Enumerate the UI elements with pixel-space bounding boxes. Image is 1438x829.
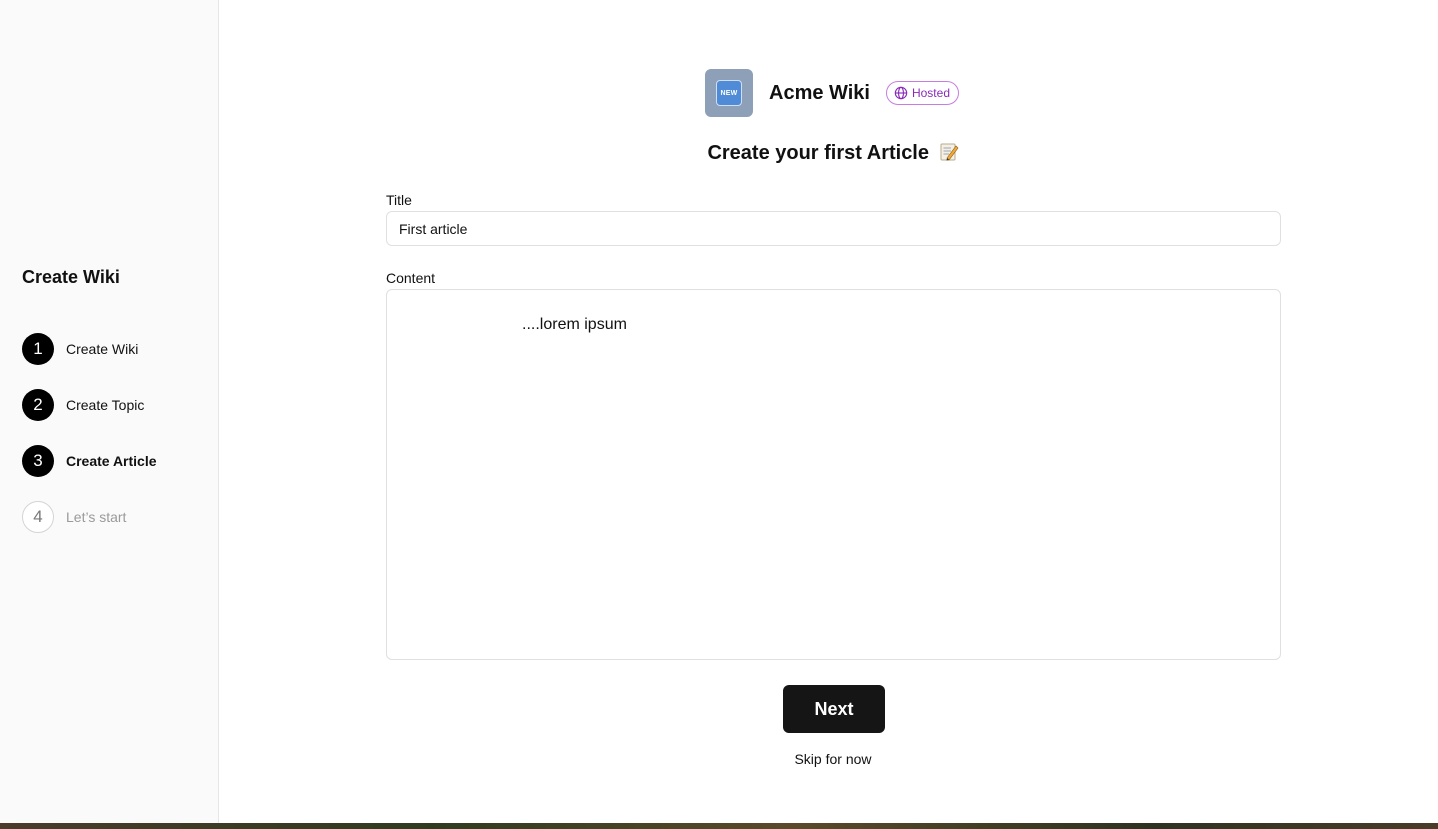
title-input[interactable] <box>386 211 1281 246</box>
sidebar-title: Create Wiki <box>22 267 120 287</box>
step-number: 1 <box>22 333 54 365</box>
step-number: 4 <box>22 501 54 533</box>
skip-for-now-link: Skip for now <box>219 751 1438 767</box>
wiki-logo: NEW <box>705 69 753 117</box>
wiki-header: NEW Acme Wiki Hosted <box>705 69 959 117</box>
page-title-text: Create your first Article <box>707 142 929 164</box>
step-number: 2 <box>22 389 54 421</box>
hosted-badge: Hosted <box>885 81 959 105</box>
step-label: Let’s start <box>66 509 127 525</box>
skip-for-now-label[interactable]: Skip for now <box>794 751 871 767</box>
wiki-name: Acme Wiki <box>769 81 870 104</box>
step-create-article[interactable]: 3 Create Article <box>22 445 157 477</box>
main-content: NEW Acme Wiki Hosted Create your first A… <box>219 0 1438 823</box>
next-button[interactable]: Next <box>783 685 885 733</box>
content-label: Content <box>386 270 436 286</box>
globe-icon <box>894 86 908 100</box>
app-window: Create Wiki 1 Create Wiki 2 Create Topic… <box>0 0 1438 823</box>
steps-list: 1 Create Wiki 2 Create Topic 3 Create Ar… <box>22 333 157 557</box>
badge-label: Hosted <box>911 86 950 100</box>
step-label: Create Wiki <box>66 341 139 357</box>
step-label: Create Topic <box>66 397 145 413</box>
step-number: 3 <box>22 445 54 477</box>
content-text: ....lorem ipsum <box>522 316 627 333</box>
title-label: Title <box>386 192 412 208</box>
content-editor[interactable]: ....lorem ipsum <box>386 289 1281 660</box>
sidebar: Create Wiki 1 Create Wiki 2 Create Topic… <box>0 0 219 823</box>
step-create-topic[interactable]: 2 Create Topic <box>22 389 157 421</box>
step-lets-start[interactable]: 4 Let’s start <box>22 501 157 533</box>
new-button-icon: NEW <box>716 80 742 106</box>
memo-icon <box>939 142 959 168</box>
page-title: Create your first Article <box>219 142 1438 168</box>
step-label: Create Article <box>66 453 157 469</box>
app-root: Create Wiki 1 Create Wiki 2 Create Topic… <box>0 0 1438 829</box>
step-create-wiki[interactable]: 1 Create Wiki <box>22 333 157 365</box>
